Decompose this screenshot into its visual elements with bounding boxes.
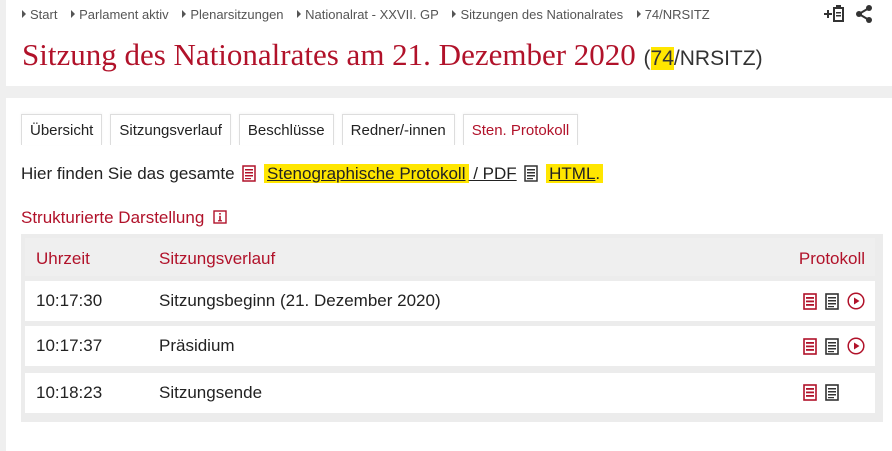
pdf-doc-icon <box>242 165 257 187</box>
row-actions <box>803 292 865 315</box>
table-row: 10:17:37 Präsidium <box>25 326 875 366</box>
caret-right-icon <box>452 10 457 18</box>
row-desc: Präsidium <box>159 336 235 355</box>
breadcrumb-current: 74/NRSITZ <box>636 7 710 22</box>
caret-right-icon <box>636 10 641 18</box>
tab-redner[interactable]: Redner/-innen <box>341 114 455 145</box>
breadcrumb-item[interactable]: Nationalrat - XXVII. GP <box>297 7 439 22</box>
row-time: 10:17:37 <box>36 336 103 355</box>
tab-beschluesse[interactable]: Beschlüsse <box>238 114 334 145</box>
breadcrumb-item[interactable]: Plenarsitzungen <box>182 7 284 22</box>
header-protokoll: Protokoll <box>798 249 865 268</box>
pdf-doc-icon[interactable] <box>803 384 817 406</box>
caret-right-icon <box>182 10 187 18</box>
share-icon[interactable] <box>854 4 874 29</box>
table-row: 10:18:23 Sitzungsende <box>25 373 875 413</box>
html-doc-icon[interactable] <box>825 337 839 360</box>
tab-bar: Übersicht Sitzungsverlauf Beschlüsse Red… <box>21 114 579 145</box>
page-title: Sitzung des Nationalrates am 21. Dezembe… <box>22 37 763 72</box>
header-uhrzeit: Uhrzeit <box>36 249 90 268</box>
pdf-doc-icon[interactable] <box>803 337 817 360</box>
row-desc: Sitzungsbeginn (21. Dezember 2020) <box>159 291 441 310</box>
html-link[interactable]: HTML <box>549 164 595 183</box>
pdf-doc-icon[interactable] <box>803 292 817 315</box>
html-doc-icon <box>524 165 539 187</box>
row-actions <box>803 384 839 406</box>
pdf-link[interactable]: / PDF <box>469 164 516 183</box>
header-sitzungsverlauf: Sitzungsverlauf <box>159 249 276 268</box>
row-desc: Sitzungsende <box>159 383 263 402</box>
play-icon[interactable] <box>847 292 865 315</box>
protocol-table: Uhrzeit Sitzungsverlauf Protokoll 10:17:… <box>21 234 883 422</box>
info-icon[interactable] <box>213 209 227 229</box>
row-time: 10:18:23 <box>36 383 103 402</box>
play-icon[interactable] <box>847 337 865 360</box>
content-card: Übersicht Sitzungsverlauf Beschlüsse Red… <box>6 98 892 451</box>
table-row: 10:17:30 Sitzungsbeginn (21. Dezember 20… <box>25 281 875 321</box>
row-actions <box>803 337 865 360</box>
caret-right-icon <box>297 10 302 18</box>
tab-sten-protokoll[interactable]: Sten. Protokoll <box>462 114 579 145</box>
html-doc-icon[interactable] <box>825 292 839 315</box>
breadcrumb-item[interactable]: Sitzungen des Nationalrates <box>452 7 623 22</box>
header-card: Start Parlament aktiv Plenarsitzungen Na… <box>6 0 892 86</box>
intro-text: Hier finden Sie das gesamte Stenographis… <box>21 164 604 187</box>
row-time: 10:17:30 <box>36 291 103 310</box>
tab-uebersicht[interactable]: Übersicht <box>21 114 103 145</box>
html-doc-icon[interactable] <box>825 384 839 406</box>
breadcrumb-item[interactable]: Parlament aktiv <box>71 7 169 22</box>
caret-right-icon <box>71 10 76 18</box>
header-actions <box>824 4 874 29</box>
breadcrumb-item[interactable]: Start <box>22 7 57 22</box>
breadcrumb: Start Parlament aktiv Plenarsitzungen Na… <box>22 7 720 22</box>
tab-sitzungsverlauf[interactable]: Sitzungsverlauf <box>110 114 231 145</box>
caret-right-icon <box>22 10 26 18</box>
session-number: (74/NRSITZ) <box>643 47 763 70</box>
add-bookmark-icon[interactable] <box>824 4 846 29</box>
table-header: Uhrzeit Sitzungsverlauf Protokoll <box>25 238 875 276</box>
section-title: Strukturierte Darstellung <box>21 208 227 229</box>
stenographisches-protokoll-link[interactable]: Stenographische Protokoll <box>267 164 465 183</box>
